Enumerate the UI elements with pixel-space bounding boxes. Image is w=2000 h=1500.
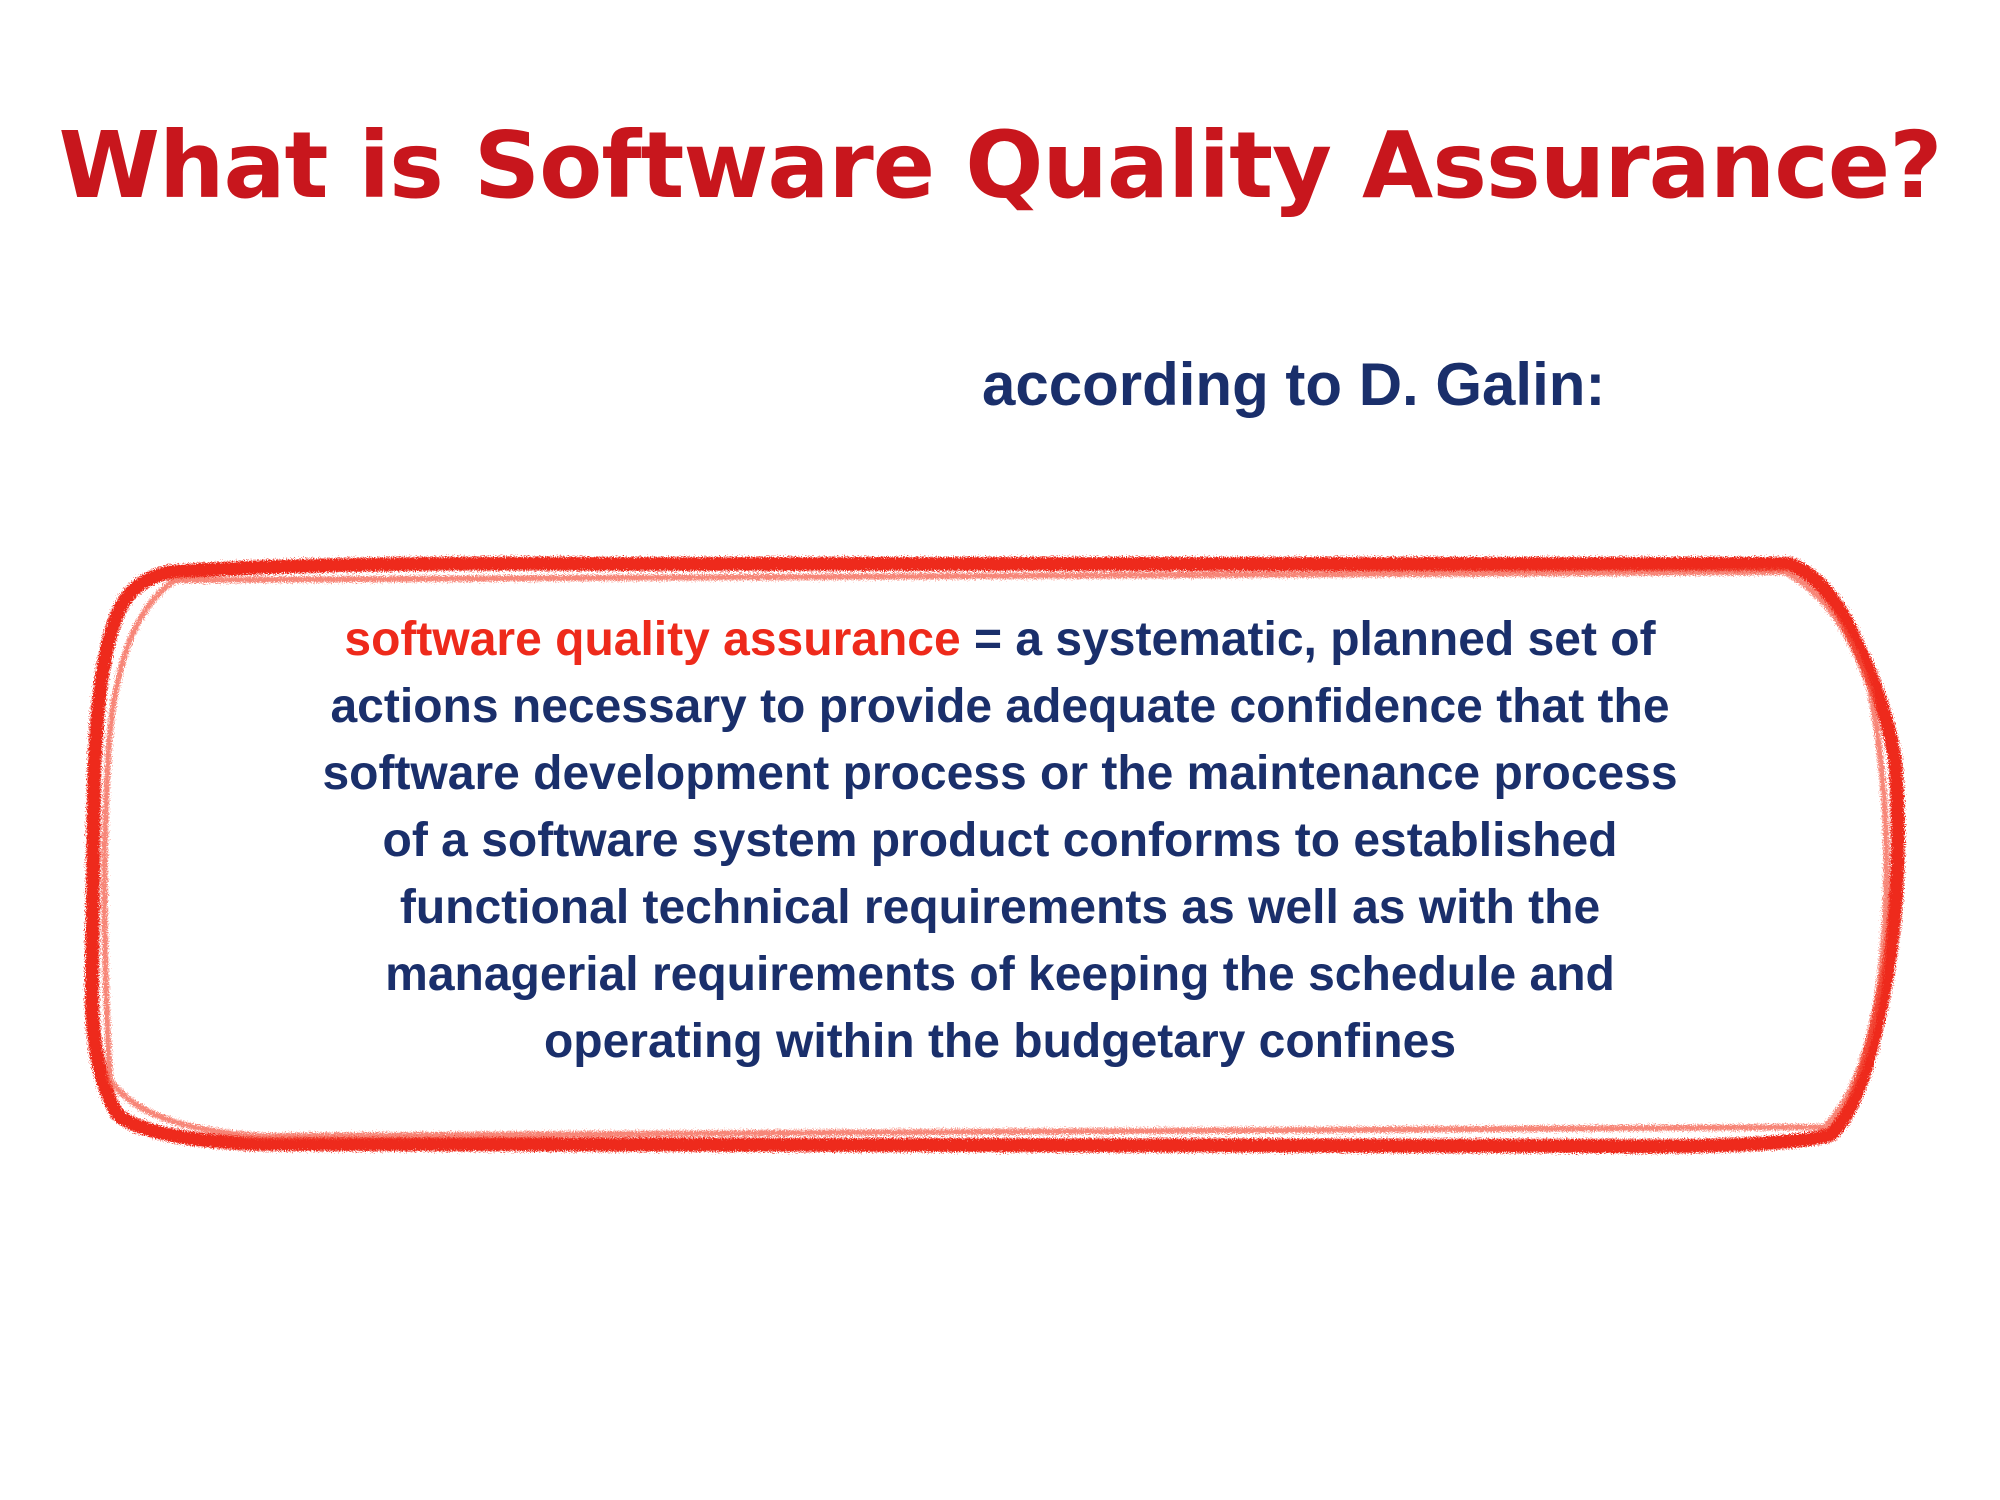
definition-line: of a software system product conforms to…: [382, 814, 1618, 867]
slide: What is Software Quality Assurance? acco…: [0, 0, 2000, 1500]
definition-line-1-rest: = a systematic, planned set of: [960, 613, 1656, 666]
defined-term: software quality assurance: [344, 613, 961, 666]
definition-line: functional technical requirements as wel…: [399, 881, 1601, 934]
definition-line: software development process or the main…: [322, 747, 1678, 800]
definition-line: software quality assurance = a systemati…: [150, 606, 1850, 673]
definition-line: operating within the budgetary confines: [543, 1015, 1457, 1068]
definition-line: managerial requirements of keeping the s…: [385, 948, 1615, 1001]
definition-text: software quality assurance = a systemati…: [150, 606, 1850, 1075]
definition-line: actions necessary to provide adequate co…: [330, 680, 1670, 733]
